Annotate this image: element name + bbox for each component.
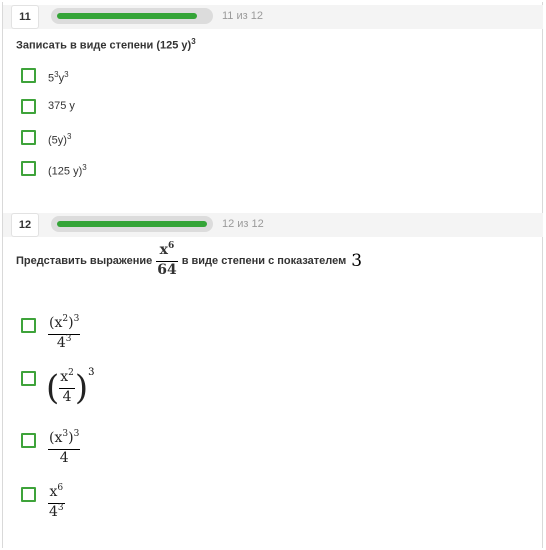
checkbox-icon[interactable] <box>21 433 36 448</box>
checkbox-icon[interactable] <box>21 161 36 176</box>
checkbox-icon[interactable] <box>21 371 36 386</box>
question-number: 11 <box>11 5 39 29</box>
answer-option-3[interactable]: (5у)3 <box>21 130 71 148</box>
checkbox-icon[interactable] <box>21 318 36 333</box>
progress-fill <box>57 13 197 19</box>
question-header-12: 12 12 из 12 <box>3 213 543 237</box>
answer-formula: (x3)3 4 <box>48 429 81 466</box>
answer-text: (125 у)3 <box>48 163 87 178</box>
answer-option-1[interactable]: (x2)3 43 <box>21 314 81 354</box>
question-text: Записать в виде степени (125 у)3 <box>16 37 196 52</box>
question-text: Представить выражение x6 64 в виде степе… <box>16 241 363 278</box>
checkbox-icon[interactable] <box>21 68 36 83</box>
answer-option-4[interactable]: (125 у)3 <box>21 161 87 179</box>
answer-option-2[interactable]: ( x2 4 ) 3 <box>21 367 95 408</box>
prompt-exponent: 3 <box>191 37 196 46</box>
prompt-fraction: x6 64 <box>156 241 178 278</box>
answer-option-3[interactable]: (x3)3 4 <box>21 429 81 467</box>
answer-text: 53у3 <box>48 70 69 85</box>
answer-formula: ( x2 4 ) 3 <box>46 367 95 408</box>
answer-option-2[interactable]: 375 у <box>21 99 75 114</box>
checkbox-icon[interactable] <box>21 130 36 145</box>
answer-text: 375 у <box>48 100 75 112</box>
progress-fill <box>57 221 207 227</box>
answer-text: (5у)3 <box>48 132 72 147</box>
answer-formula: (x2)3 43 <box>48 314 81 351</box>
answer-option-4[interactable]: x6 43 <box>21 483 65 523</box>
question-prompt: Записать в виде степени (125 у) <box>16 39 192 52</box>
progress-bar <box>51 8 213 24</box>
checkbox-icon[interactable] <box>21 487 36 502</box>
question-prompt: Представить выражение <box>16 254 153 267</box>
checkbox-icon[interactable] <box>21 99 36 114</box>
question-counter: 12 из 12 <box>222 218 264 230</box>
question-counter: 11 из 12 <box>222 10 263 22</box>
question-number: 12 <box>11 213 39 237</box>
question-header-11: 11 11 из 12 <box>3 5 543 29</box>
progress-bar <box>51 216 213 232</box>
answer-option-1[interactable]: 53у3 <box>21 68 69 86</box>
answer-formula: x6 43 <box>48 483 65 520</box>
